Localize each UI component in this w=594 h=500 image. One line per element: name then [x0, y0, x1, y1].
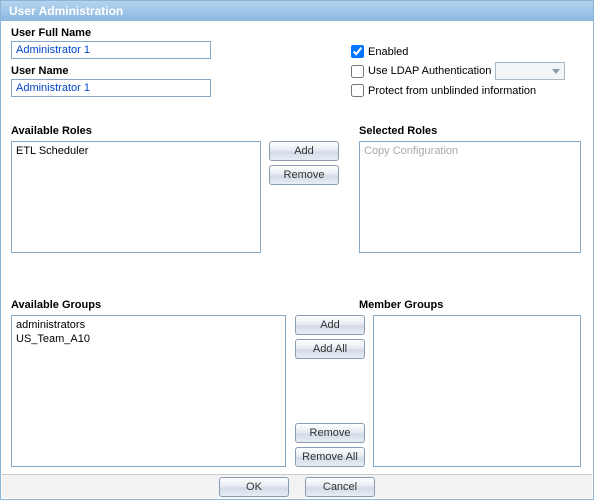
username-label: User Name	[11, 65, 231, 77]
options-checkboxes: Enabled Use LDAP Authentication Protect …	[351, 45, 581, 101]
selected-roles-placeholder: Copy Configuration	[364, 144, 576, 158]
content-area: User Full Name User Name Enabled Use LDA…	[1, 21, 593, 476]
add-role-button[interactable]: Add	[269, 141, 339, 161]
fullname-label: User Full Name	[11, 27, 231, 39]
member-groups-listbox[interactable]	[373, 315, 581, 467]
enabled-checkbox[interactable]	[351, 45, 364, 58]
fullname-input[interactable]	[11, 41, 211, 59]
available-groups-listbox[interactable]: administrators US_Team_A10	[11, 315, 286, 467]
remove-group-button[interactable]: Remove	[295, 423, 365, 443]
groups-add-buttons: Add Add All	[295, 315, 365, 363]
window-title: User Administration	[9, 4, 123, 18]
available-groups-label: Available Groups	[11, 299, 101, 311]
enabled-label: Enabled	[368, 46, 408, 58]
selected-roles-listbox[interactable]: Copy Configuration	[359, 141, 581, 253]
user-admin-window: User Administration User Full Name User …	[0, 0, 594, 500]
available-roles-listbox[interactable]: ETL Scheduler	[11, 141, 261, 253]
member-groups-label: Member Groups	[359, 299, 443, 311]
ok-button[interactable]: OK	[219, 477, 289, 497]
available-roles-label: Available Roles	[11, 125, 92, 137]
protect-checkbox[interactable]	[351, 84, 364, 97]
groups-remove-buttons: Remove Remove All	[295, 423, 365, 471]
list-item[interactable]: ETL Scheduler	[16, 144, 256, 158]
removeall-group-button[interactable]: Remove All	[295, 447, 365, 467]
footer-bar: OK Cancel	[2, 474, 592, 498]
username-input[interactable]	[11, 79, 211, 97]
window-titlebar: User Administration	[1, 1, 593, 21]
addall-group-button[interactable]: Add All	[295, 339, 365, 359]
list-item[interactable]: US_Team_A10	[16, 332, 281, 346]
protect-label: Protect from unblinded information	[368, 85, 536, 97]
ldap-select[interactable]	[495, 62, 565, 80]
cancel-button[interactable]: Cancel	[305, 477, 375, 497]
add-group-button[interactable]: Add	[295, 315, 365, 335]
selected-roles-label: Selected Roles	[359, 125, 437, 137]
list-item[interactable]: administrators	[16, 318, 281, 332]
roles-buttons: Add Remove	[269, 141, 339, 189]
ldap-label: Use LDAP Authentication	[368, 65, 491, 77]
name-fields: User Full Name User Name	[11, 27, 231, 103]
ldap-checkbox[interactable]	[351, 65, 364, 78]
remove-role-button[interactable]: Remove	[269, 165, 339, 185]
